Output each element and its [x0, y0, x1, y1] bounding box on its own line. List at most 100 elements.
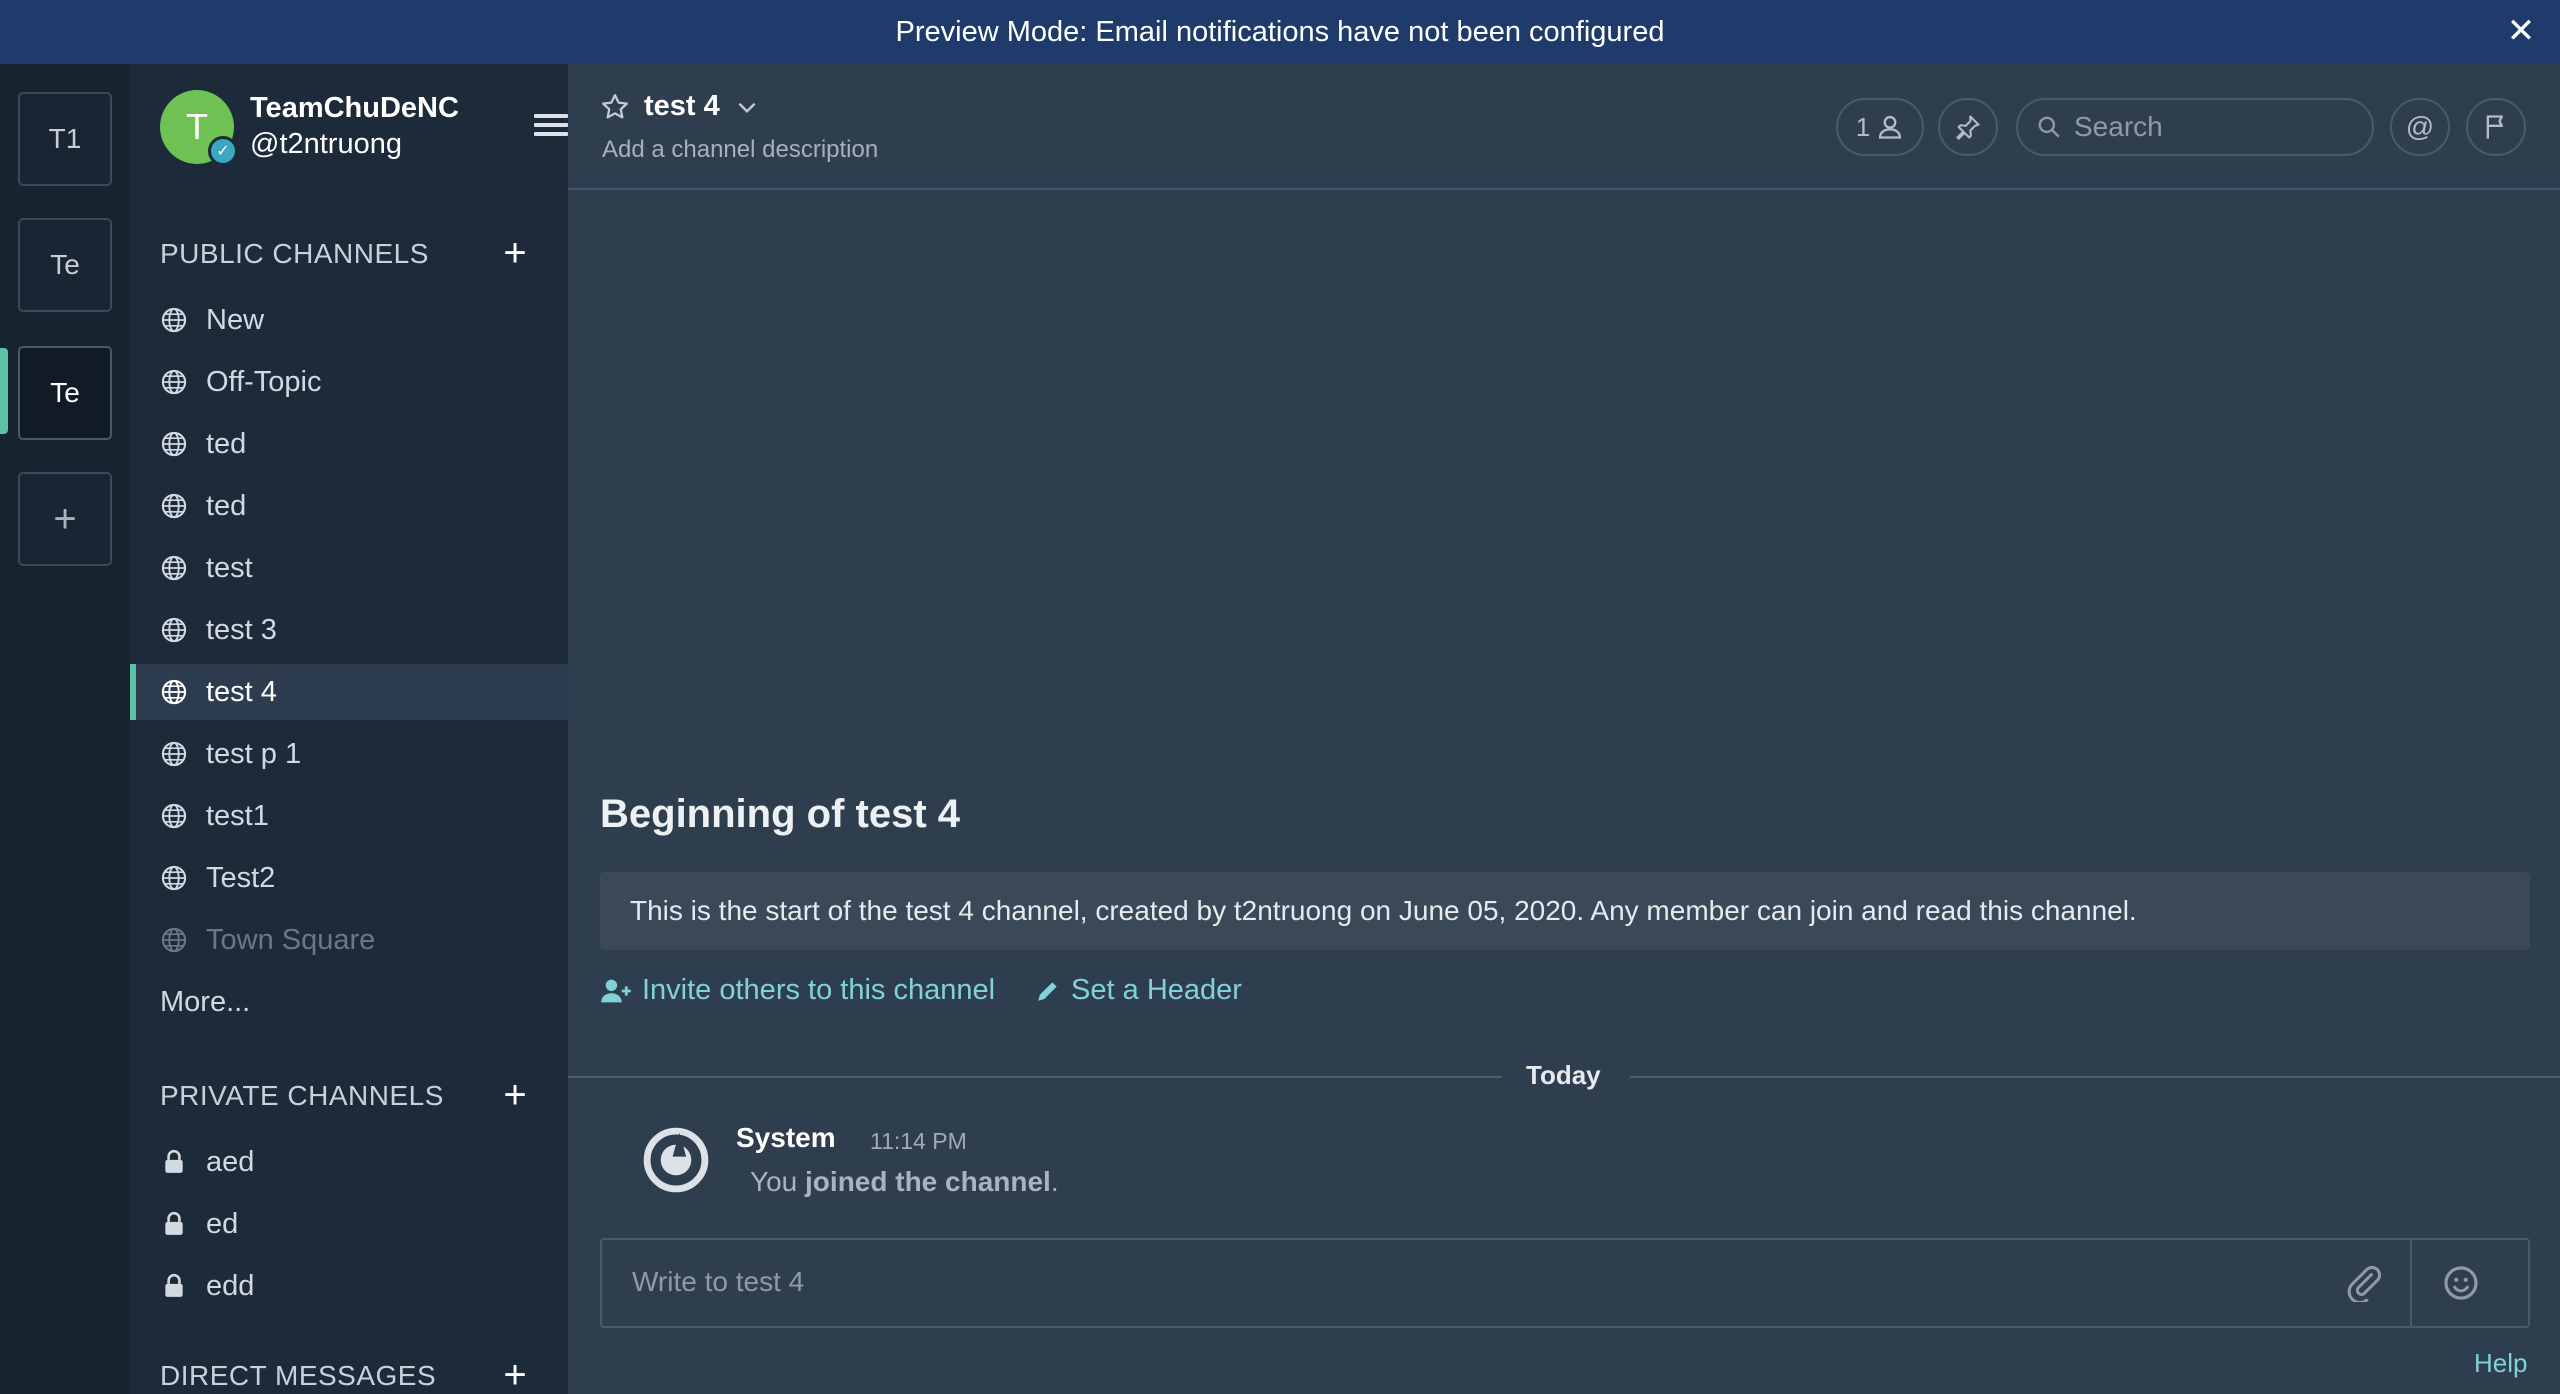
- sidebar-item-ted-3[interactable]: ted: [130, 478, 568, 534]
- message-input-placeholder: Write to test 4: [632, 1266, 805, 1297]
- preview-banner: Preview Mode: Email notifications have n…: [0, 0, 2560, 64]
- invite-others-label: Invite others to this channel: [642, 974, 996, 1006]
- sidebar-item-aed[interactable]: aed: [130, 1134, 568, 1190]
- channel-name[interactable]: test 4: [644, 90, 720, 123]
- globe-icon: [160, 926, 188, 954]
- team-active-indicator: [0, 348, 8, 434]
- banner-text: Preview Mode: Email notifications have n…: [895, 15, 1665, 48]
- add-direct-message-button[interactable]: +: [498, 1355, 532, 1394]
- close-icon[interactable]: ✕: [2504, 14, 2538, 48]
- sidebar-item-label: Town Square: [206, 923, 376, 956]
- team-button-t1[interactable]: T1: [18, 92, 112, 186]
- sidebar-item-label: test1: [206, 799, 269, 832]
- lock-icon: [160, 1210, 188, 1238]
- chevron-down-icon[interactable]: [734, 94, 760, 120]
- add-user-icon: [601, 979, 631, 1002]
- user-icon: [1879, 115, 1902, 139]
- message-input[interactable]: Write to test 4: [600, 1238, 2530, 1328]
- add-public-channel-button[interactable]: +: [498, 233, 532, 273]
- sidebar-item-label: Off-Topic: [206, 365, 322, 398]
- sidebar-item-label: test 3: [206, 613, 277, 646]
- intro-actions: Invite others to this channel Set a Head…: [600, 974, 1282, 1007]
- sidebar-item-test-4-6[interactable]: test 4: [130, 664, 568, 720]
- private-channels-title: PRIVATE CHANNELS: [160, 1080, 444, 1111]
- recent-mentions-button[interactable]: @: [2390, 98, 2450, 156]
- globe-icon: [160, 678, 188, 706]
- sidebar-item-test-4[interactable]: test: [130, 540, 568, 596]
- channel-header: test 4 Add a channel description 1 Searc…: [568, 64, 2560, 190]
- more-channels-link[interactable]: More...: [160, 986, 250, 1019]
- sidebar-item-label: ted: [206, 489, 247, 522]
- system-post: System 11:14 PM You joined the channel.: [642, 1120, 2442, 1210]
- sidebar-item-label: ed: [206, 1207, 239, 1240]
- globe-icon: [160, 802, 188, 830]
- member-count-button[interactable]: 1: [1836, 98, 1924, 156]
- team-button-te-2[interactable]: Te: [18, 346, 112, 440]
- post-message: You joined the channel.: [750, 1166, 1059, 1198]
- sidebar-item-edd[interactable]: edd: [130, 1258, 568, 1314]
- lock-icon: [160, 1148, 188, 1176]
- date-separator-label: Today: [1526, 1060, 1601, 1090]
- post-author[interactable]: System: [736, 1122, 836, 1154]
- channel-intro-title: Beginning of test 4: [600, 792, 960, 836]
- channel-view: test 4 Add a channel description 1 Searc…: [568, 64, 2560, 1394]
- flag-icon: [2486, 115, 2503, 139]
- channel-description[interactable]: Add a channel description: [602, 136, 878, 164]
- pinned-posts-button[interactable]: [1938, 98, 1998, 156]
- pencil-icon: [1038, 981, 1057, 1001]
- separator-line-left: [568, 1076, 1502, 1078]
- public-channels-title: PUBLIC CHANNELS: [160, 238, 429, 269]
- menu-icon[interactable]: [534, 114, 568, 140]
- sidebar-item-new-0[interactable]: New: [130, 292, 568, 348]
- post-msg-suffix: .: [1050, 1166, 1059, 1197]
- lock-icon: [160, 1272, 188, 1300]
- team-name: TeamChuDeNC: [250, 92, 459, 124]
- flagged-posts-button[interactable]: [2466, 98, 2526, 156]
- team-button-te-1[interactable]: Te: [18, 218, 112, 312]
- sidebar-item-test-p-1-7[interactable]: test p 1: [130, 726, 568, 782]
- composer-divider: [2410, 1240, 2412, 1326]
- globe-icon: [160, 554, 188, 582]
- post-time[interactable]: 11:14 PM: [870, 1128, 967, 1155]
- direct-messages-title: DIRECT MESSAGES: [160, 1360, 437, 1391]
- post-msg-prefix: You: [750, 1166, 798, 1197]
- sidebar-item-ed[interactable]: ed: [130, 1196, 568, 1252]
- globe-icon: [160, 864, 188, 892]
- search-input[interactable]: Search: [2016, 98, 2374, 156]
- team-header[interactable]: T ✓ TeamChuDeNC @t2ntruong: [160, 90, 568, 170]
- sidebar-item-off-topic-1[interactable]: Off-Topic: [130, 354, 568, 410]
- add-private-channel-button[interactable]: +: [498, 1075, 532, 1115]
- globe-icon: [160, 616, 188, 644]
- sidebar-item-ted-2[interactable]: ted: [130, 416, 568, 472]
- channel-intro-text: This is the start of the test 4 channel,…: [600, 872, 2530, 950]
- sidebar-item-label: test p 1: [206, 737, 302, 770]
- sidebar-item-label: ted: [206, 427, 247, 460]
- search-placeholder: Search: [2074, 111, 2163, 142]
- star-icon[interactable]: [600, 92, 630, 122]
- add-team-button[interactable]: +: [18, 472, 112, 566]
- username: @t2ntruong: [250, 128, 402, 160]
- search-icon: [2038, 116, 2060, 138]
- globe-icon: [160, 740, 188, 768]
- sidebar-item-test-3-5[interactable]: test 3: [130, 602, 568, 658]
- sidebar-item-town-square-10[interactable]: Town Square: [130, 912, 568, 968]
- sidebar-item-label: Test2: [206, 861, 276, 894]
- sidebar-item-test1-8[interactable]: test1: [130, 788, 568, 844]
- paperclip-icon[interactable]: [2344, 1262, 2384, 1302]
- set-header-link[interactable]: Set a Header: [1035, 974, 1242, 1007]
- channel-intro-message: This is the start of the test 4 channel,…: [630, 895, 2137, 926]
- sidebar-item-test2-9[interactable]: Test2: [130, 850, 568, 906]
- sidebar-item-label: test: [206, 551, 253, 584]
- system-avatar-icon: [643, 1127, 709, 1193]
- team-sidebar: T1 Te Te +: [0, 64, 130, 1394]
- sidebar-item-label: New: [206, 303, 265, 336]
- help-link[interactable]: Help: [2474, 1348, 2527, 1379]
- at-icon: @: [2405, 111, 2435, 142]
- member-count: 1: [1855, 111, 1871, 142]
- sidebar-item-label: edd: [206, 1269, 255, 1302]
- pin-icon: [1956, 115, 1980, 140]
- emoji-icon[interactable]: [2442, 1264, 2480, 1302]
- sidebar-item-label: test 4: [206, 675, 277, 708]
- sidebar-item-label: aed: [206, 1145, 255, 1178]
- invite-others-link[interactable]: Invite others to this channel: [600, 974, 995, 1007]
